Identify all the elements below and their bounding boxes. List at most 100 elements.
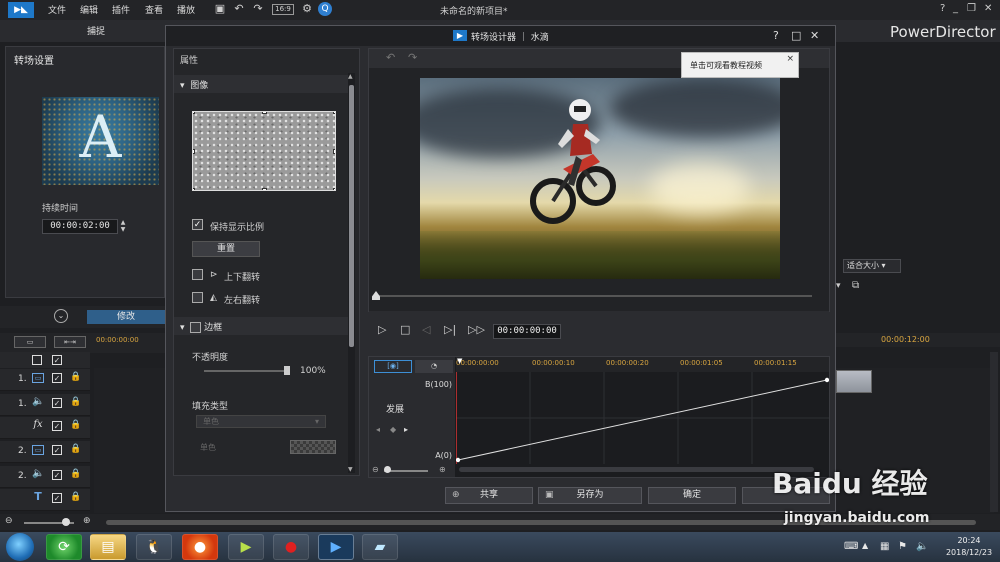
scroll-up-icon[interactable]: ▲ [348, 73, 353, 80]
duration-stepper[interactable]: ▲ ▼ [118, 219, 128, 234]
color-swatch[interactable] [290, 440, 336, 454]
tab-capture[interactable]: 捕捉 [60, 23, 132, 41]
section-image[interactable]: ▾ 图像 [174, 75, 352, 93]
menu-view[interactable]: 查看 [145, 3, 163, 16]
minimize-icon[interactable]: _ [953, 3, 958, 14]
menu-plugins[interactable]: 插件 [112, 3, 130, 16]
lock-icon[interactable]: 🔒 [70, 420, 81, 430]
kf-zoom-in-icon[interactable]: ⊕ [439, 465, 446, 474]
export-icon[interactable]: ⧉ [852, 280, 859, 291]
playhead-icon[interactable]: ▼ [457, 357, 462, 365]
upgrade-icon[interactable]: Q [318, 2, 332, 16]
prev-keyframe-icon[interactable]: ◂ [376, 425, 380, 434]
previous-frame-icon[interactable]: ◁ [422, 323, 430, 336]
preview-seek-bar[interactable] [376, 295, 812, 297]
next-frame-icon[interactable]: ▷| [444, 323, 456, 336]
flip-vertical-checkbox[interactable] [192, 269, 203, 280]
next-keyframe-icon[interactable]: ▸ [404, 425, 408, 434]
keyframe-graph[interactable] [456, 372, 829, 464]
track-visible-checkbox[interactable]: ✓ [52, 398, 62, 408]
save-icon[interactable]: ▣ [213, 2, 227, 16]
track-visible-checkbox[interactable]: ✓ [52, 421, 62, 431]
fill-type-dropdown[interactable]: 单色 ▾ [196, 415, 326, 428]
notes-app-icon[interactable]: ▰ [362, 534, 398, 560]
tray-expand-icon[interactable]: ▲ [862, 541, 868, 550]
fit-timeline-icon[interactable]: ⇤⇥ [54, 336, 86, 348]
all-tracks-check[interactable]: ✓ [52, 355, 62, 365]
explorer-app-icon[interactable]: ▤ [90, 534, 126, 560]
volume-tray-icon[interactable]: 🔈 [916, 541, 928, 552]
fast-forward-icon[interactable]: ▷▷ [468, 323, 485, 336]
ok-button[interactable]: 确定 [648, 487, 736, 504]
properties-scroll-thumb[interactable] [349, 85, 354, 347]
track-visible-checkbox[interactable]: ✓ [52, 445, 62, 455]
flip-horizontal-checkbox[interactable] [192, 292, 203, 303]
timeline-vscroll[interactable] [990, 352, 998, 512]
lock-icon[interactable]: 🔒 [70, 469, 81, 479]
track-visible-checkbox[interactable]: ✓ [52, 470, 62, 480]
close-icon[interactable]: ✕ [984, 3, 992, 14]
save-as-button[interactable]: ▣ 另存为 [538, 487, 642, 504]
keep-ratio-checkbox[interactable]: ✓ [192, 219, 203, 230]
lock-icon[interactable]: 🔒 [70, 444, 81, 454]
opacity-slider[interactable] [204, 370, 288, 372]
all-tracks-box[interactable] [32, 355, 42, 365]
lock-icon[interactable]: 🔒 [70, 372, 81, 382]
dialog-help-icon[interactable]: ? [773, 29, 779, 42]
restore-icon[interactable]: ❐ [967, 3, 976, 14]
tutorial-tooltip[interactable]: 单击可观看教程视频 × [681, 52, 799, 78]
zoom-slider-thumb[interactable] [62, 518, 70, 526]
settings-icon[interactable]: ⚙ [300, 2, 314, 16]
scroll-down-icon[interactable]: ▼ [348, 466, 353, 473]
preview-undo-icon[interactable]: ↶ [386, 51, 395, 64]
dialog-maximize-icon[interactable]: □ [791, 29, 801, 42]
menu-playback[interactable]: 播放 [177, 3, 195, 16]
timecode-display[interactable]: 00:00:00:00 [493, 324, 561, 339]
zoom-in-icon[interactable]: ⊕ [83, 516, 91, 526]
tooltip-close-icon[interactable]: × [786, 54, 794, 64]
add-keyframe-icon[interactable]: ◆ [390, 425, 396, 434]
border-checkbox[interactable] [190, 322, 202, 333]
keyframe-tab-2[interactable]: ◔ [415, 360, 453, 373]
browser-app-icon[interactable]: ⟳ [46, 534, 82, 560]
chevron-down-icon[interactable]: ⌄ [54, 309, 68, 323]
record-app-icon[interactable]: ● [273, 534, 309, 560]
opacity-slider-thumb[interactable] [284, 366, 290, 375]
duration-field[interactable]: 00:00:02:00 [42, 219, 118, 234]
reset-button[interactable]: 重置 [192, 241, 260, 257]
qq-app-icon[interactable]: 🐧 [136, 534, 172, 560]
menu-file[interactable]: 文件 [48, 3, 66, 16]
undo-icon[interactable]: ↶ [232, 2, 246, 16]
preview-redo-icon[interactable]: ↷ [408, 51, 417, 64]
timeline-clip[interactable] [836, 370, 872, 393]
kf-zoom-out-icon[interactable]: ⊖ [372, 465, 379, 474]
dialog-close-icon[interactable]: ✕ [810, 29, 819, 42]
network-tray-icon[interactable]: ▦ [880, 541, 889, 552]
firefox-app-icon[interactable]: ● [182, 534, 218, 560]
kf-zoom-thumb[interactable] [384, 466, 391, 473]
aspect-ratio-icon[interactable]: 16:9 [272, 4, 294, 15]
media-app-icon[interactable]: ▶ [228, 534, 264, 560]
mask-image-preview[interactable] [192, 111, 336, 191]
lock-icon[interactable]: 🔒 [70, 397, 81, 407]
fit-size-dropdown[interactable]: 适合大小 ▾ [843, 259, 901, 273]
keyboard-tray-icon[interactable]: ⌨ [844, 541, 858, 552]
system-clock[interactable]: 20:24 2018/12/23 [940, 535, 998, 559]
action-center-icon[interactable]: ⚑ [898, 541, 907, 552]
lock-icon[interactable]: 🔒 [70, 492, 81, 502]
track-visible-checkbox[interactable]: ✓ [52, 373, 62, 383]
track-visible-checkbox[interactable]: ✓ [52, 493, 62, 503]
stop-icon[interactable]: □ [400, 323, 410, 336]
kf-hscroll[interactable] [459, 467, 814, 472]
keyframe-tab-1[interactable]: [◉] [374, 360, 412, 373]
play-icon[interactable]: ▷ [378, 323, 386, 336]
track-manager-icon[interactable]: ▭ [14, 336, 46, 348]
redo-icon[interactable]: ↷ [251, 2, 265, 16]
dropdown-arrow-icon[interactable]: ▾ [836, 281, 841, 291]
zoom-out-icon[interactable]: ⊖ [5, 516, 13, 526]
menu-edit[interactable]: 编辑 [80, 3, 98, 16]
share-button[interactable]: ⊕ 共享 [445, 487, 533, 504]
section-border[interactable]: ▾ 边框 [174, 317, 352, 335]
powerdirector-app-icon[interactable]: ▶ [318, 534, 354, 560]
start-button[interactable] [6, 533, 34, 561]
